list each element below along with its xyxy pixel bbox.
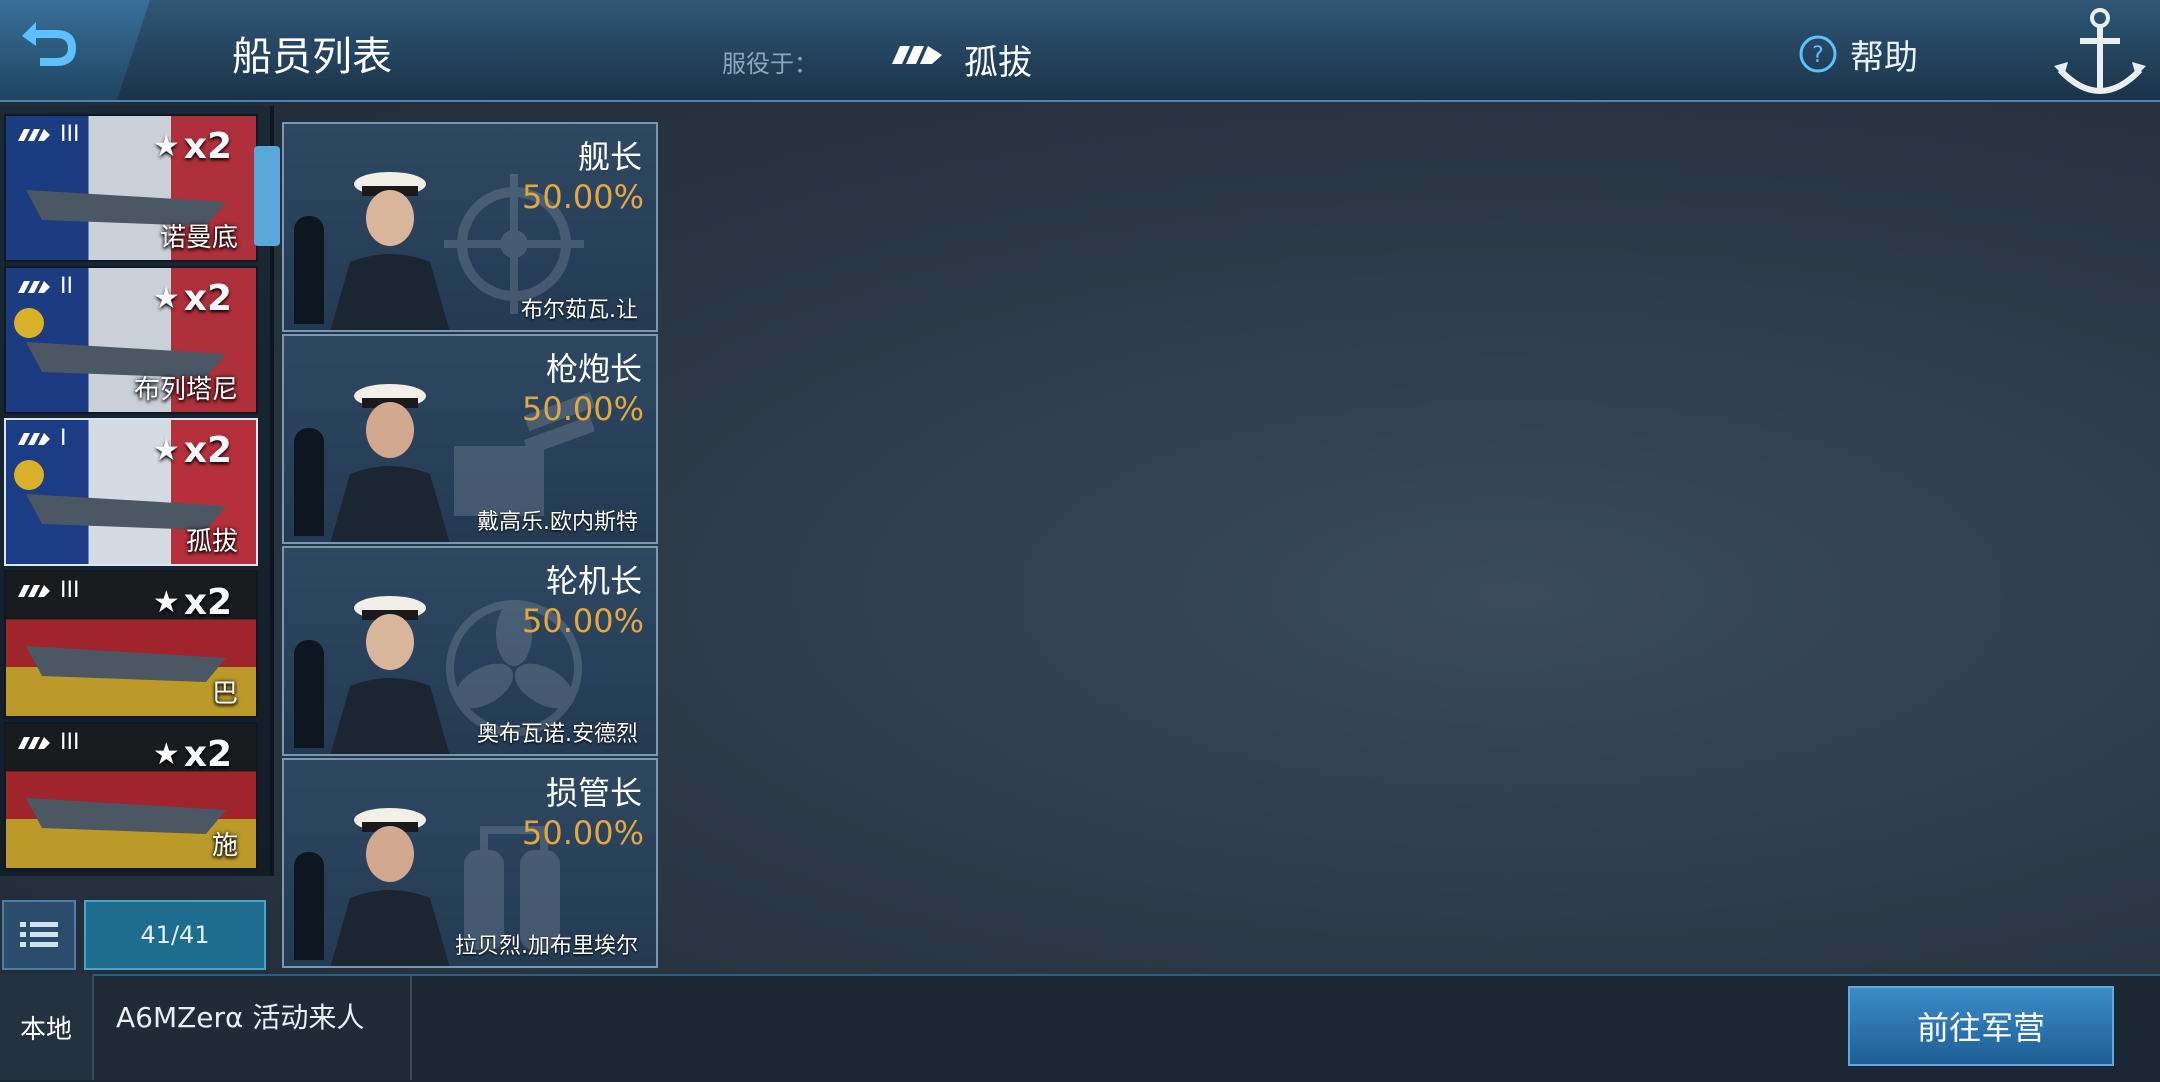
ship-count: ★ x2: [152, 430, 232, 471]
tier-label: II: [18, 274, 73, 299]
crew-role: 枪炮长: [545, 350, 642, 388]
crew-role: 舰长: [577, 138, 642, 176]
crew-card-gunnery[interactable]: 枪炮长 50.00% 戴高乐.欧内斯特: [282, 334, 658, 544]
tier-emblem-icon: [18, 432, 50, 445]
star-icon: ★: [152, 737, 180, 772]
tier-emblem-icon: [18, 584, 50, 597]
ship-card-bretagne[interactable]: II ★ x2 布列塔尼: [4, 266, 258, 414]
help-button[interactable]: ? 帮助: [1798, 32, 1918, 78]
serving-ship-name: 孤拔: [964, 43, 1032, 83]
ship-card-normandie[interactable]: III ★ x2 诺曼底: [4, 114, 258, 262]
crew-card-damage-control[interactable]: 损管长 50.00% 拉贝烈.加布里埃尔: [282, 758, 658, 968]
ship-name: 布列塔尼: [133, 375, 238, 405]
tier-label: I: [18, 426, 67, 451]
captain-badge-icon: [14, 308, 44, 338]
tier-emblem-icon: [18, 128, 50, 141]
crew-name: 拉贝烈.加布里埃尔: [455, 934, 638, 959]
crew-percent: 50.00%: [521, 602, 644, 640]
svg-text:?: ?: [1812, 43, 1824, 68]
ship-count: ★ x2: [152, 582, 232, 623]
ship-name: 巴: [211, 679, 238, 709]
ship-name: 诺曼底: [159, 223, 238, 253]
tier-label: III: [18, 730, 79, 755]
chat-channel-tab[interactable]: 本地: [0, 974, 94, 1080]
ship-card-ba[interactable]: III ★ x2 巴: [4, 570, 258, 718]
ship-card-courbet[interactable]: I ★ x2 孤拔: [4, 418, 258, 566]
go-to-barracks-button[interactable]: 前往军营: [1848, 986, 2114, 1066]
serving-label: 服役于：: [722, 50, 818, 78]
crew-name: 戴高乐.欧内斯特: [477, 510, 638, 535]
tier-label: III: [18, 578, 79, 603]
crew-card-captain[interactable]: 舰长 50.00% 布尔茹瓦.让: [282, 122, 658, 332]
crew-role: 轮机长: [545, 562, 642, 600]
ship-count: ★ x2: [152, 278, 232, 319]
crew-name: 布尔茹瓦.让: [521, 298, 638, 323]
tier-emblem-icon: [18, 280, 50, 293]
crew-role: 损管长: [545, 774, 642, 812]
ship-counter: 41/41: [84, 900, 266, 970]
ship-count: ★ x2: [152, 126, 232, 167]
ship-list[interactable]: III ★ x2 诺曼底 II ★ x2 布列塔尼 I ★ x2 孤拔 III …: [0, 106, 274, 876]
crew-card-engineer[interactable]: 轮机长 50.00% 奥布瓦诺.安德烈: [282, 546, 658, 756]
star-icon: ★: [152, 129, 180, 164]
help-icon: ?: [1799, 35, 1837, 73]
tier-emblem-icon: [18, 736, 50, 749]
ship-list-scrollbar[interactable]: [254, 146, 280, 246]
star-icon: ★: [152, 281, 180, 316]
officer-portrait: [330, 808, 450, 966]
star-icon: ★: [152, 585, 180, 620]
ship-card-shi[interactable]: III ★ x2 施: [4, 722, 258, 870]
crew-name: 奥布瓦诺.安德烈: [477, 722, 638, 747]
officer-portrait: [330, 172, 450, 330]
crew-percent: 50.00%: [521, 814, 644, 852]
page-title: 船员列表: [232, 34, 392, 80]
ship-name: 施: [211, 831, 238, 861]
help-label: 帮助: [1850, 37, 1918, 78]
captain-badge-icon: [14, 460, 44, 490]
crew-percent: 50.00%: [521, 390, 644, 428]
tier-label: III: [18, 122, 79, 147]
chat-message: A6MZerα 活动来人: [116, 1001, 365, 1034]
ship-name: 孤拔: [185, 527, 238, 557]
back-arrow-icon: [22, 22, 76, 66]
tier-emblem-icon: [892, 44, 944, 70]
officer-portrait: [330, 384, 450, 542]
list-icon: [20, 922, 58, 947]
ship-count: ★ x2: [152, 734, 232, 775]
crew-percent: 50.00%: [521, 178, 644, 216]
officer-portrait: [330, 596, 450, 754]
list-view-button[interactable]: [2, 900, 76, 970]
star-icon: ★: [152, 433, 180, 468]
anchor-logo-icon: [2050, 0, 2150, 110]
